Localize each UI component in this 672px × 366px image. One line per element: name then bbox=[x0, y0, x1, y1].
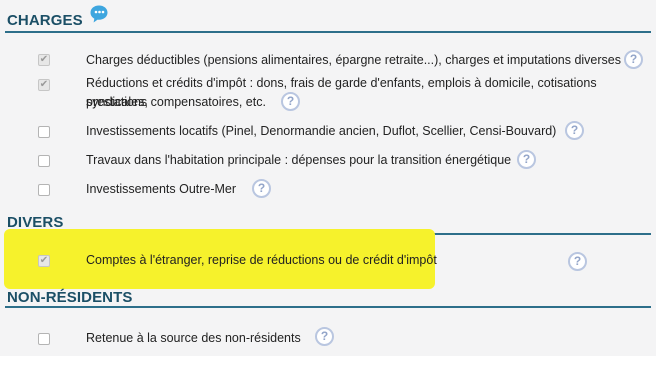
help-icon[interactable]: ? bbox=[624, 50, 643, 69]
checkbox-travaux-habitation[interactable] bbox=[38, 155, 50, 167]
checkmark-icon: ✔ bbox=[39, 79, 49, 90]
checkbox-reductions-credits: ✔ bbox=[38, 79, 50, 91]
label-investissements-outre-mer: Investissements Outre-Mer bbox=[86, 182, 237, 196]
declaration-panel: CHARGES ✔ Charges déductibles (pensions … bbox=[0, 0, 656, 356]
checkbox-investissements-outre-mer[interactable] bbox=[38, 184, 50, 196]
label-comptes-etranger: Comptes à l'étranger, reprise de réducti… bbox=[86, 253, 437, 267]
label-investissements-locatifs: Investissements locatifs (Pinel, Denorma… bbox=[86, 124, 557, 138]
section-divider bbox=[5, 306, 651, 308]
help-icon[interactable]: ? bbox=[565, 121, 584, 140]
help-icon[interactable]: ? bbox=[281, 92, 300, 111]
help-icon[interactable]: ? bbox=[568, 252, 587, 271]
checkmark-icon: ✔ bbox=[39, 54, 49, 65]
label-travaux-habitation: Travaux dans l'habitation principale : d… bbox=[86, 153, 512, 167]
help-icon[interactable]: ? bbox=[252, 179, 271, 198]
checkmark-icon: ✔ bbox=[39, 255, 49, 266]
section-title-charges: CHARGES bbox=[7, 12, 83, 29]
checkbox-investissements-locatifs[interactable] bbox=[38, 126, 50, 138]
checkbox-comptes-etranger: ✔ bbox=[38, 255, 50, 267]
checkbox-charges-deductibles: ✔ bbox=[38, 54, 50, 66]
label-charges-deductibles: Charges déductibles (pensions alimentair… bbox=[86, 53, 621, 67]
help-icon[interactable]: ? bbox=[517, 150, 536, 169]
section-divider bbox=[5, 31, 651, 33]
help-icon[interactable]: ? bbox=[315, 327, 334, 346]
checkbox-retenue-source[interactable] bbox=[38, 333, 50, 345]
section-title-non-residents: NON-RÉSIDENTS bbox=[7, 289, 133, 306]
speech-bubble-icon[interactable] bbox=[89, 4, 109, 24]
declaration-page: CHARGES ✔ Charges déductibles (pensions … bbox=[0, 0, 672, 366]
label-reductions-credits-line2: prestations compensatoires, etc. bbox=[86, 95, 266, 109]
label-retenue-source: Retenue à la source des non-résidents bbox=[86, 331, 301, 345]
